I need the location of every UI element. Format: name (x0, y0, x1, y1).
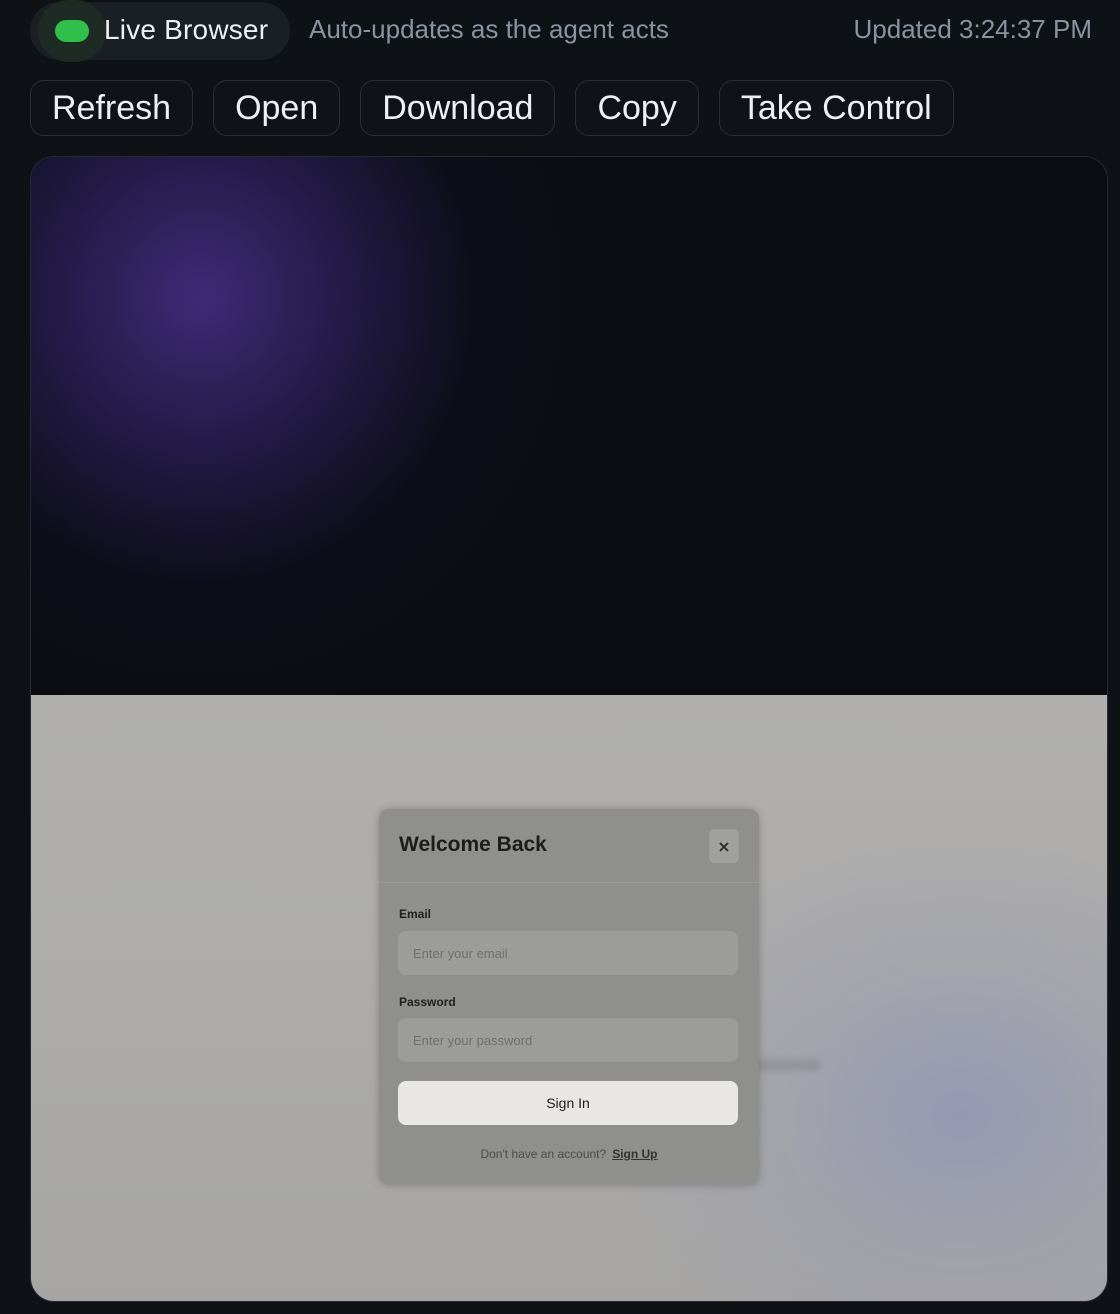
browser-header: Live Browser Auto-updates as the agent a… (0, 0, 1120, 64)
take-control-button[interactable]: Take Control (718, 80, 954, 136)
close-icon[interactable]: × (709, 829, 739, 863)
email-label: Email (399, 907, 432, 921)
updated-timestamp: Updated 3:24:37 PM (853, 14, 1093, 44)
refresh-button[interactable]: Refresh (30, 80, 194, 136)
download-button[interactable]: Download (360, 80, 556, 136)
live-browser-label: Live Browser (104, 14, 269, 45)
page-background-light: Welcome Back × Email Password Sign In Do… (31, 695, 1107, 1301)
modal-header: Welcome Back × (379, 809, 759, 883)
auto-update-subtitle: Auto-updates as the agent acts (309, 14, 669, 44)
browser-viewport[interactable]: Welcome Back × Email Password Sign In Do… (30, 156, 1108, 1302)
page-background-dark (31, 157, 1107, 695)
open-button[interactable]: Open (213, 80, 341, 136)
copy-button[interactable]: Copy (575, 80, 699, 136)
signup-prompt: Don't have an account? Sign Up (379, 1147, 759, 1161)
login-modal: Welcome Back × Email Password Sign In Do… (379, 809, 759, 1185)
sign-up-link[interactable]: Sign Up (612, 1147, 657, 1161)
password-field[interactable] (398, 1018, 738, 1062)
modal-title: Welcome Back (399, 833, 547, 856)
live-status-icon (55, 20, 89, 42)
signup-prompt-text: Don't have an account? (480, 1147, 607, 1161)
email-field[interactable] (398, 931, 738, 975)
sign-in-button[interactable]: Sign In (398, 1081, 738, 1125)
browser-toolbar: Refresh Open Download Copy Take Control (30, 80, 954, 136)
password-label: Password (399, 995, 456, 1009)
